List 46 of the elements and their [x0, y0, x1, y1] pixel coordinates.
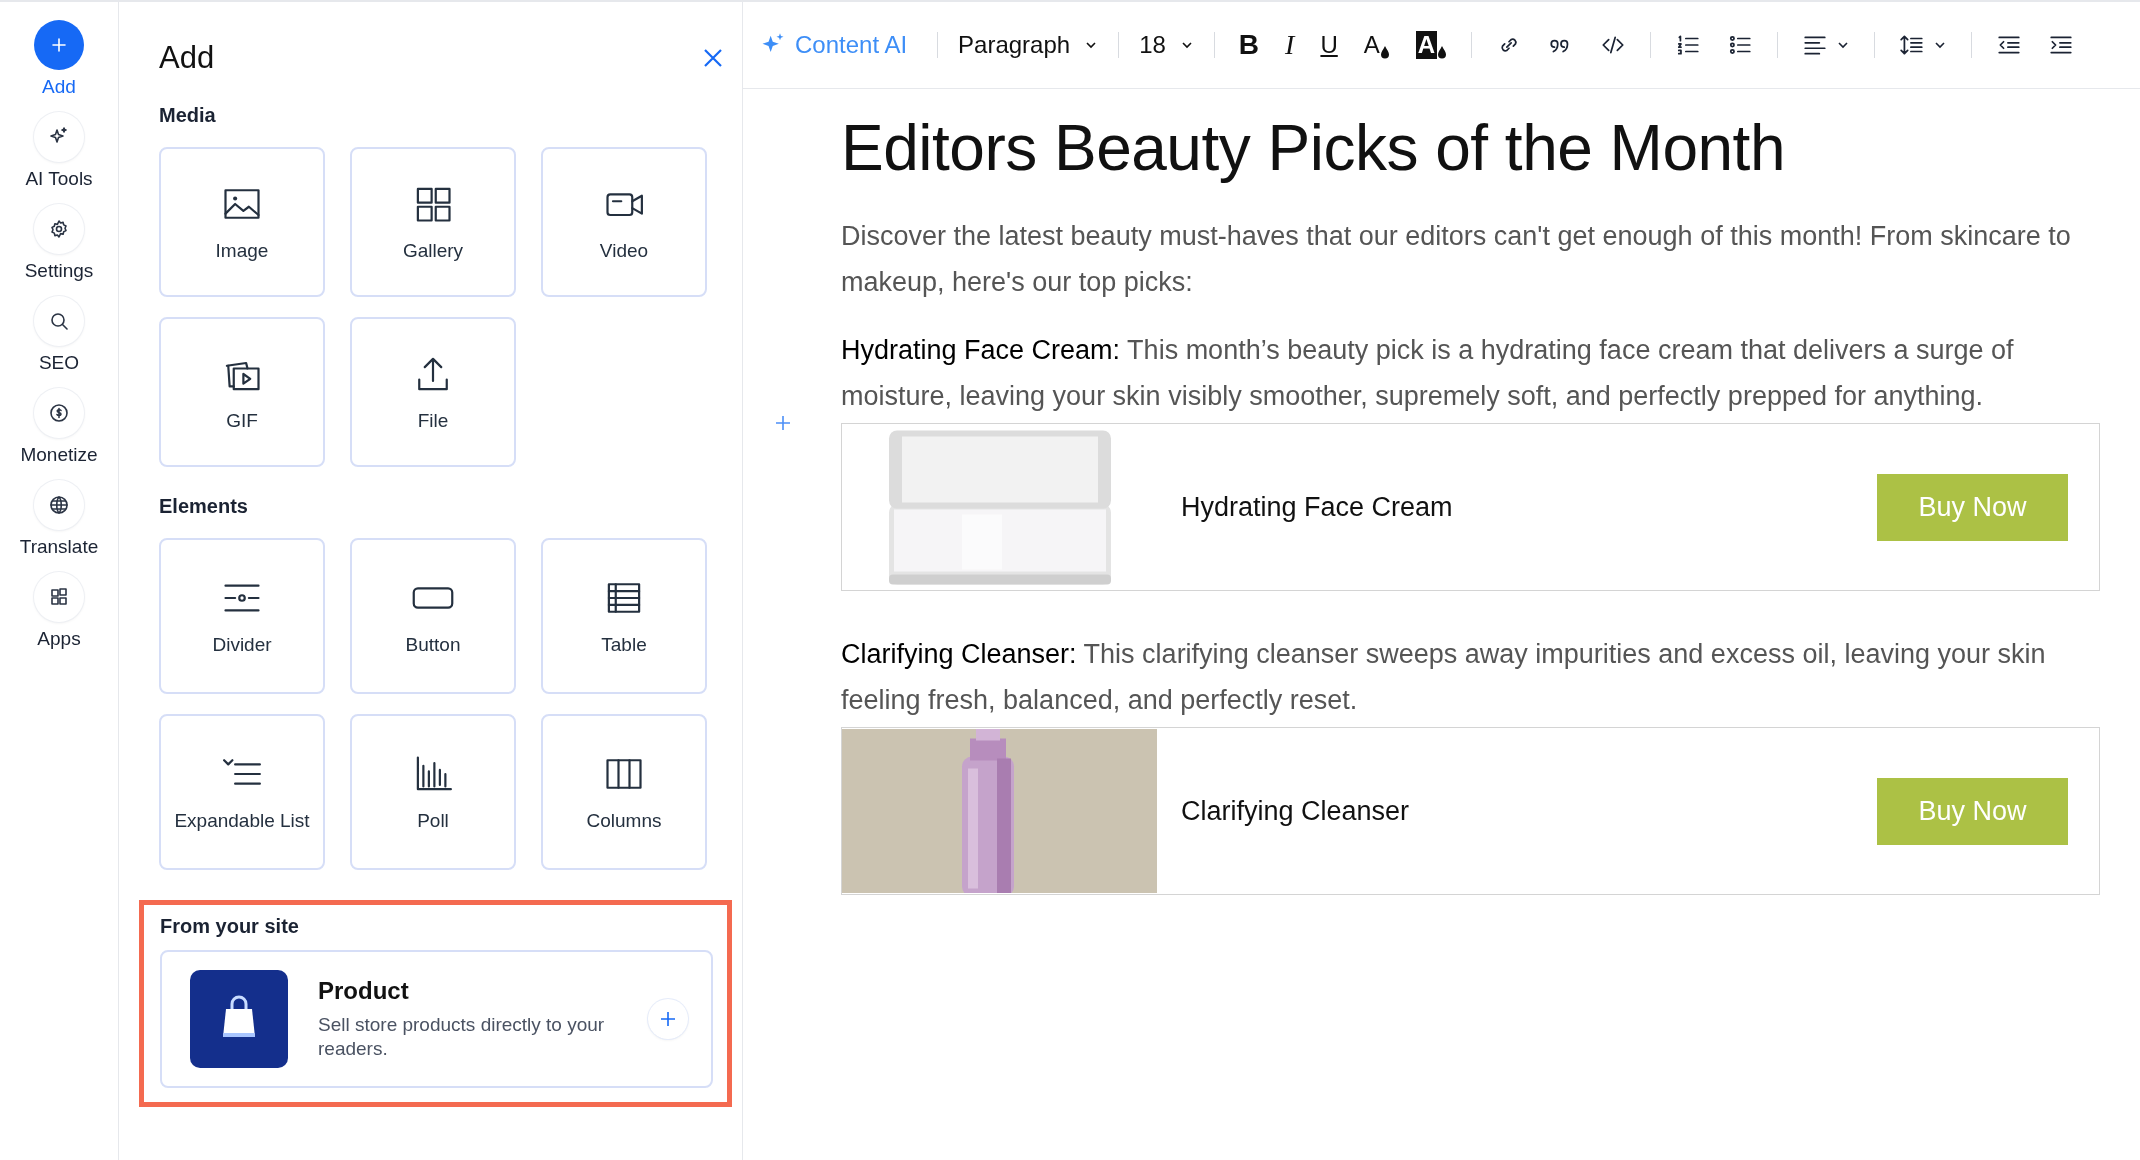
- paragraph: Clarifying Cleanser: This clarifying cleanser sweeps away impurities and excess oil, leaving your skin feeling fresh, balanced, and perfectly reset.: [841, 638, 2047, 717]
- plus-icon: [659, 1010, 677, 1028]
- element-tile[interactable]: Expandable List: [159, 714, 325, 870]
- numbered-list-icon: [1675, 32, 1702, 58]
- drop-icon: [1437, 45, 1448, 59]
- text-color-button[interactable]: A: [1355, 31, 1398, 59]
- element-tile[interactable]: Table: [541, 538, 707, 694]
- element-tile[interactable]: Divider: [159, 538, 325, 694]
- element-tile[interactable]: Gallery: [350, 147, 516, 297]
- element-tile[interactable]: Video: [541, 147, 707, 297]
- paragraph: Hydrating Face Cream: This month’s beauty pick is a hydrating face cream that delivers a surge of moisture, leaving your skin visibly smoother, supremely soft, and perfectly prepped for anything.: [841, 334, 2015, 413]
- close-icon: [702, 47, 724, 69]
- element-tile[interactable]: File: [350, 317, 516, 467]
- style-dropdown[interactable]: Paragraph: [954, 31, 1103, 59]
- rail-item[interactable]: Settings: [24, 204, 94, 282]
- element-tile[interactable]: Image: [159, 147, 325, 297]
- paragraph: Discover the latest beauty must-haves that our editors can't get enough of this month! From skincare to makeup, here's our top picks:: [841, 220, 2072, 299]
- product-title: Product: [318, 977, 410, 1006]
- font-size-dropdown[interactable]: 18: [1135, 31, 1198, 59]
- bag-icon: [190, 970, 288, 1068]
- close-button[interactable]: [702, 47, 724, 69]
- plus-icon: [775, 415, 791, 431]
- element-tile[interactable]: GIF: [159, 317, 325, 467]
- product-card[interactable]: Product Sell store products directly to your readers.: [160, 950, 713, 1088]
- globe-icon: [47, 493, 71, 517]
- underline-button[interactable]: U: [1312, 31, 1346, 59]
- document-title: Editors Beauty Picks of the Month: [841, 111, 1786, 185]
- bold-button[interactable]: B: [1230, 29, 1268, 61]
- line-height-icon: [1899, 32, 1926, 58]
- rail-item[interactable]: Monetize: [20, 388, 98, 466]
- rail-item[interactable]: AI Tools: [25, 112, 93, 190]
- drop-icon: [1379, 45, 1390, 59]
- element-tile[interactable]: Button: [350, 538, 516, 694]
- highlight-button[interactable]: A: [1407, 31, 1456, 59]
- section-heading: Elements: [159, 495, 249, 518]
- product-name: Clarifying Cleanser: [1180, 795, 1411, 827]
- element-tile[interactable]: Columns: [541, 714, 707, 870]
- rail-item[interactable]: Translate: [19, 480, 99, 558]
- italic-button[interactable]: I: [1277, 29, 1303, 61]
- section-heading: From your site: [160, 915, 300, 938]
- product-description: Sell store products directly to your readers.: [318, 1013, 606, 1061]
- dollar-icon: [47, 401, 71, 425]
- element-tile[interactable]: Poll: [350, 714, 516, 870]
- product-name: Hydrating Face Cream: [1180, 491, 1454, 523]
- panel-title: Add: [159, 40, 215, 76]
- section-heading: Media: [159, 104, 217, 127]
